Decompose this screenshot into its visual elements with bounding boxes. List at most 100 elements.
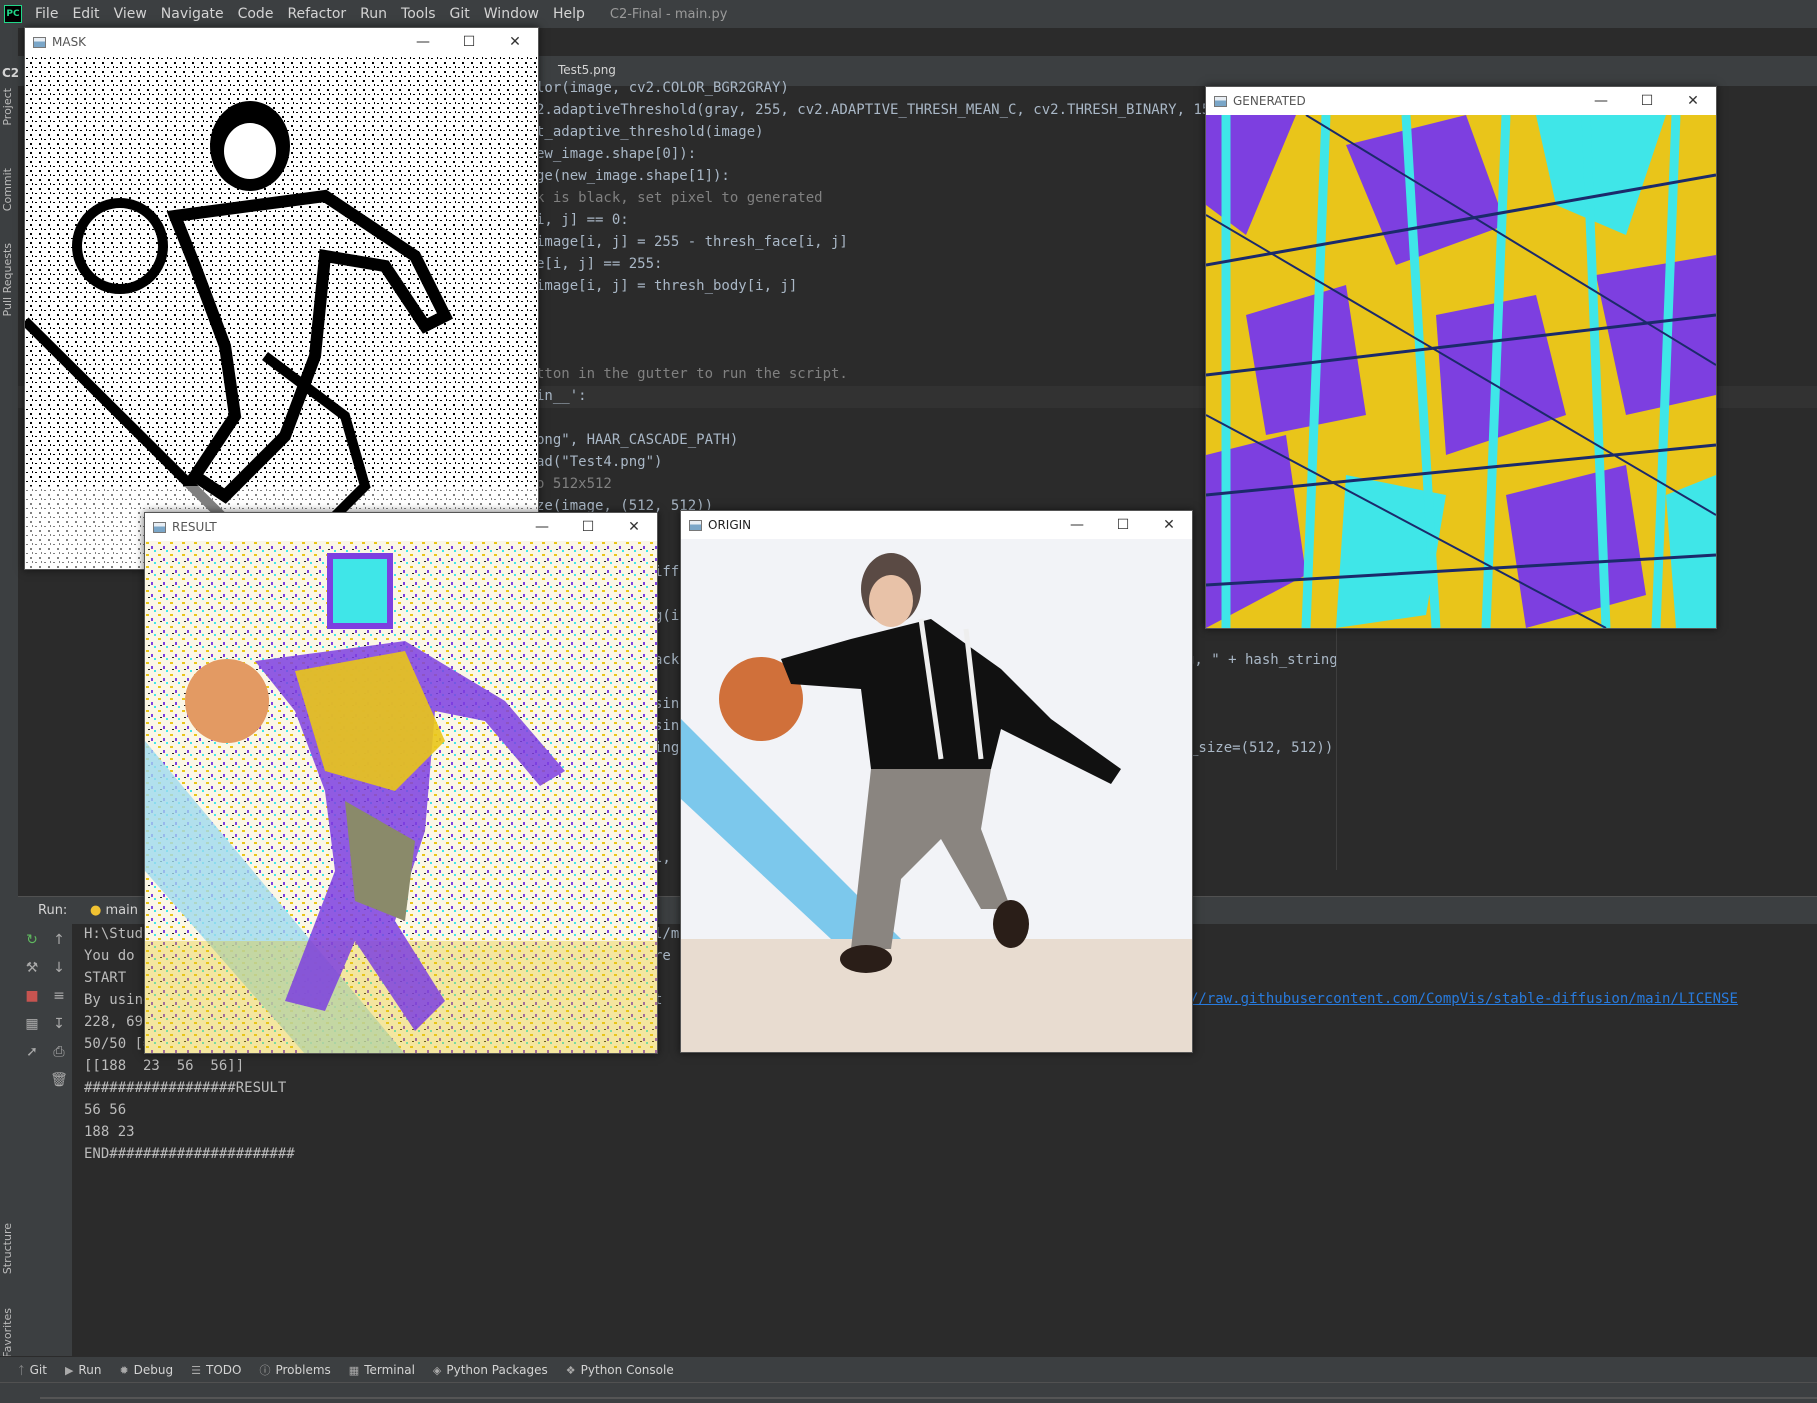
print-icon[interactable]: ⎙ <box>49 1044 69 1060</box>
tool-tab-commit[interactable]: Commit <box>1 168 14 211</box>
soft-wrap-icon[interactable]: ≡ <box>49 988 69 1004</box>
console-line: H:\Study <box>84 926 152 942</box>
bottom-tab-terminal[interactable]: ▦ Terminal <box>349 1363 415 1377</box>
code-comment-line: o 512x512 <box>536 476 612 492</box>
console-line: END###################### <box>84 1146 295 1162</box>
origin-image <box>681 539 1192 1052</box>
menu-git[interactable]: Git <box>443 6 477 22</box>
minimize-icon[interactable]: — <box>1054 511 1100 539</box>
code-line: 2.adaptiveThreshold(gray, 255, cv2.ADAPT… <box>536 102 1236 118</box>
menu-refactor[interactable]: Refactor <box>280 6 353 22</box>
bottom-tab-label: Terminal <box>364 1363 415 1377</box>
console-line: 228, 69, <box>84 1014 152 1030</box>
maximize-icon[interactable]: ☐ <box>1624 87 1670 115</box>
bottom-tab-problems[interactable]: ⓘ Problems <box>259 1362 330 1378</box>
todo-icon: ☰ <box>191 1363 201 1377</box>
layout-icon[interactable]: ▦ <box>22 1016 42 1032</box>
close-icon[interactable]: ✕ <box>492 28 538 56</box>
generated-window-title: GENERATED <box>1233 94 1306 108</box>
menu-edit[interactable]: Edit <box>65 6 106 22</box>
console-line: You do n <box>84 948 152 964</box>
up-arrow-icon[interactable]: ↑ <box>49 932 69 948</box>
bottom-tab-debug[interactable]: ✹ Debug <box>119 1363 173 1377</box>
mask-window-titlebar[interactable]: MASK — ☐ ✕ <box>25 28 538 56</box>
license-link[interactable]: //raw.githubusercontent.com/CompVis/stab… <box>1190 991 1738 1007</box>
debug-icon: ✹ <box>119 1363 129 1377</box>
console-line: START <box>84 970 127 986</box>
tool-tab-favorites[interactable]: Favorites <box>1 1308 14 1358</box>
close-icon[interactable]: ✕ <box>611 513 657 541</box>
menu-tools[interactable]: Tools <box>394 6 443 22</box>
origin-window-titlebar[interactable]: ORIGIN — ☐ ✕ <box>681 511 1192 539</box>
code-line: e[i, j] == 255: <box>536 256 663 272</box>
bottom-tab-run[interactable]: ▶ Run <box>65 1363 101 1377</box>
bottom-tab-label: Python Console <box>580 1363 674 1377</box>
menu-code[interactable]: Code <box>231 6 281 22</box>
run-toolbar-right: ↑ ↓ ≡ ↧ ⎙ 🗑 <box>46 924 73 1356</box>
run-label: Run: <box>38 903 68 918</box>
run-toolbar-left: ↻ ⚒ ■ ▦ ➚ <box>18 924 46 1356</box>
menu-view[interactable]: View <box>107 6 154 22</box>
maximize-icon[interactable]: ☐ <box>565 513 611 541</box>
code-line: png", HAAR_CASCADE_PATH) <box>536 432 739 448</box>
minimize-icon[interactable]: — <box>1578 87 1624 115</box>
code-text: 2.adaptiveThreshold(gray, 255, cv2.ADAPT… <box>536 102 1236 118</box>
bottom-tab-git[interactable]: ᛏ Git <box>18 1363 47 1377</box>
mask-window-title: MASK <box>52 35 87 49</box>
down-arrow-icon[interactable]: ↓ <box>49 960 69 976</box>
close-icon[interactable]: ✕ <box>1670 87 1716 115</box>
trash-icon[interactable]: 🗑 <box>49 1072 69 1088</box>
menu-navigate[interactable]: Navigate <box>154 6 231 22</box>
minimize-icon[interactable]: — <box>519 513 565 541</box>
generated-window-titlebar[interactable]: GENERATED — ☐ ✕ <box>1206 87 1716 115</box>
bottom-tab-label: Debug <box>133 1363 174 1377</box>
tool-tab-structure[interactable]: Structure <box>1 1223 14 1274</box>
console-icon: ❖ <box>565 1363 576 1377</box>
result-window[interactable]: RESULT — ☐ ✕ <box>144 512 658 1054</box>
status-progress-track <box>40 1397 1817 1399</box>
tool-tab-pull-requests[interactable]: Pull Requests <box>1 243 14 316</box>
wrench-icon[interactable]: ⚒ <box>22 960 42 976</box>
run-tab-main[interactable]: ● main <box>84 901 144 920</box>
bottom-tab-python-console[interactable]: ❖ Python Console <box>566 1363 674 1377</box>
tool-tab-project[interactable]: Project <box>1 88 14 126</box>
window-app-icon <box>1214 95 1227 107</box>
generated-window[interactable]: GENERATED — ☐ ✕ <box>1205 86 1717 629</box>
git-icon: ᛏ <box>18 1363 25 1377</box>
code-line: i, j] == 0: <box>536 212 629 228</box>
bottom-tab-todo[interactable]: ☰ TODO <box>191 1363 241 1377</box>
maximize-icon[interactable]: ☐ <box>1100 511 1146 539</box>
problems-icon: ⓘ <box>259 1364 271 1377</box>
code-fragment: _size=(512, 512)) <box>1190 740 1334 756</box>
window-title: C2-Final - main.py <box>609 6 728 22</box>
mask-window[interactable]: MASK — ☐ ✕ <box>24 27 539 570</box>
pin-icon[interactable]: ➚ <box>22 1044 42 1060</box>
stop-icon[interactable]: ■ <box>22 988 42 1004</box>
bottom-tab-label: Problems <box>275 1363 331 1377</box>
maximize-icon[interactable]: ☐ <box>446 28 492 56</box>
console-line: 56 56 <box>84 1102 127 1118</box>
menu-help[interactable]: Help <box>546 6 592 22</box>
menu-window[interactable]: Window <box>477 6 546 22</box>
scroll-to-end-icon[interactable]: ↧ <box>49 1016 69 1032</box>
code-line: in__': <box>536 388 587 404</box>
window-app-icon <box>689 519 702 531</box>
packages-icon: ◈ <box>432 1363 442 1377</box>
editor-tab-test5[interactable]: Test5.png <box>558 63 616 77</box>
bottom-tab-python-packages[interactable]: ◈ Python Packages <box>433 1363 548 1377</box>
code-line: image[i, j] = thresh_body[i, j] <box>536 278 798 294</box>
status-bar <box>0 1382 1817 1403</box>
console-line: 50/50 [= <box>84 1036 152 1052</box>
menu-file[interactable]: File <box>28 6 65 22</box>
result-window-titlebar[interactable]: RESULT — ☐ ✕ <box>145 513 657 541</box>
rerun-icon[interactable]: ↻ <box>22 932 42 948</box>
origin-window[interactable]: ORIGIN — ☐ ✕ <box>680 510 1193 1053</box>
code-line: image[i, j] = 255 - thresh_face[i, j] <box>536 234 848 250</box>
terminal-icon: ▦ <box>348 1363 360 1377</box>
minimize-icon[interactable]: — <box>400 28 446 56</box>
console-line: 188 23 <box>84 1124 135 1140</box>
menu-run[interactable]: Run <box>353 6 394 22</box>
window-app-icon <box>153 521 166 533</box>
close-icon[interactable]: ✕ <box>1146 511 1192 539</box>
code-comment-line: k is black, set pixel to generated <box>536 190 823 206</box>
